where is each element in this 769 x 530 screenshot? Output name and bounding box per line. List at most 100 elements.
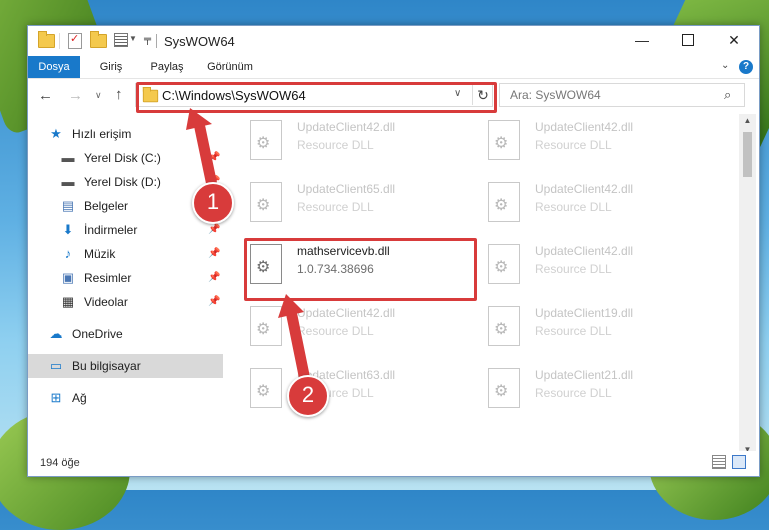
pin-icon[interactable]: 📌 <box>208 146 220 170</box>
file-item[interactable]: UpdateClient42.dll Resource DLL <box>232 300 457 356</box>
view-icon[interactable] <box>114 33 128 47</box>
cloud-icon: ☁ <box>49 326 63 341</box>
recent-locations-icon[interactable]: ∨ <box>95 90 102 101</box>
sidebar-item-pictures[interactable]: ▣ Resimler 📌 <box>28 266 223 290</box>
file-item-mathservicevb[interactable]: mathservicevb.dll 1.0.734.38696 <box>232 238 457 294</box>
dll-file-icon <box>488 120 520 160</box>
file-type: Resource DLL <box>535 386 612 400</box>
vertical-scrollbar[interactable]: ▲ ▼ <box>739 114 756 459</box>
sidebar-item-network[interactable]: ⊞ Ağ <box>28 386 223 410</box>
up-arrow-icon[interactable]: ↑ <box>115 86 123 103</box>
step-2-badge: 2 <box>287 375 329 417</box>
sidebar-item-label: İndirmeler <box>84 223 138 237</box>
file-type: Resource DLL <box>535 138 612 152</box>
pin-icon[interactable]: 📌 <box>208 266 220 290</box>
pin-icon[interactable]: 📌 <box>208 242 220 266</box>
sidebar-item-quick-access[interactable]: ★ Hızlı erişim <box>28 122 223 146</box>
sidebar-item-label: Videolar <box>84 295 128 309</box>
sidebar-item-label: Hızlı erişim <box>72 127 132 141</box>
sidebar-item-onedrive[interactable]: ☁ OneDrive <box>28 322 223 346</box>
scroll-up-icon[interactable]: ▲ <box>739 116 756 125</box>
sidebar-item-label: Belgeler <box>84 199 129 213</box>
folder-icon <box>38 31 55 50</box>
download-icon: ⬇ <box>62 222 74 237</box>
tab-view[interactable]: Görünüm <box>200 56 260 78</box>
sidebar-item-disk-d[interactable]: ▬ Yerel Disk (D:) 📌 <box>28 170 223 194</box>
scrollbar-thumb[interactable] <box>743 132 752 177</box>
file-name: UpdateClient42.dll <box>535 244 634 258</box>
tab-share[interactable]: Paylaş <box>142 56 192 78</box>
sidebar-item-disk-c[interactable]: ▬ Yerel Disk (C:) 📌 <box>28 146 223 170</box>
window-title: SysWOW64 <box>164 34 235 49</box>
file-item[interactable]: UpdateClient63.dll Resource DLL <box>232 362 457 418</box>
customize-toolbar-icon[interactable]: ╤ <box>144 34 151 45</box>
file-name: UpdateClient42.dll <box>535 182 634 196</box>
navigation-pane: ★ Hızlı erişim ▬ Yerel Disk (C:) 📌 ▬ Yer… <box>28 114 223 459</box>
file-item[interactable]: UpdateClient19.dll Resource DLL <box>470 300 695 356</box>
search-input[interactable]: Ara: SysWOW64 <box>510 88 601 102</box>
sidebar-item-downloads[interactable]: ⬇ İndirmeler 📌 <box>28 218 223 242</box>
drive-icon: ▬ <box>61 174 75 189</box>
file-item[interactable]: UpdateClient42.dll Resource DLL <box>470 238 695 294</box>
network-icon: ⊞ <box>50 390 62 405</box>
dll-file-icon <box>488 306 520 346</box>
explorer-window: ▼ ╤ SysWOW64 — ✕ Dosya Giriş Paylaş Görü… <box>27 25 760 477</box>
help-icon[interactable]: ? <box>739 60 753 74</box>
status-bar: 194 öğe <box>28 451 759 475</box>
file-type: Resource DLL <box>297 200 374 214</box>
navigation-bar: ← → ∨ ↑ C:\Windows\SysWOW64 ∨ ↻ Ara: Sys… <box>28 79 759 111</box>
file-version: 1.0.734.38696 <box>297 262 374 276</box>
address-path[interactable]: C:\Windows\SysWOW64 <box>162 88 306 103</box>
chevron-down-icon[interactable]: ∨ <box>454 88 461 99</box>
file-name: UpdateClient42.dll <box>297 120 396 134</box>
file-item[interactable]: UpdateClient65.dll Resource DLL <box>232 176 457 232</box>
ribbon: Dosya Giriş Paylaş Görünüm ⌄ ? <box>28 56 759 79</box>
file-type: Resource DLL <box>535 324 612 338</box>
dll-file-icon <box>250 368 282 408</box>
video-icon: ▦ <box>61 294 75 309</box>
dll-file-icon <box>488 244 520 284</box>
new-folder-icon[interactable] <box>90 31 107 48</box>
dll-file-icon <box>250 244 282 284</box>
title-bar: ▼ ╤ SysWOW64 — ✕ <box>28 26 759 56</box>
sidebar-item-music[interactable]: ♪ Müzik 📌 <box>28 242 223 266</box>
sidebar-item-videos[interactable]: ▦ Videolar 📌 <box>28 290 223 314</box>
dll-file-icon <box>250 306 282 346</box>
details-view-icon[interactable] <box>712 455 726 469</box>
file-type: Resource DLL <box>535 200 612 214</box>
folder-icon <box>142 86 159 103</box>
dll-file-icon <box>250 182 282 222</box>
item-count: 194 öğe <box>40 457 80 469</box>
chevron-down-icon[interactable]: ⌄ <box>721 60 729 71</box>
search-box[interactable]: Ara: SysWOW64 ⌕ <box>499 83 745 107</box>
pictures-icon: ▣ <box>61 270 75 285</box>
refresh-icon[interactable]: ↻ <box>472 85 493 105</box>
file-type: Resource DLL <box>535 262 612 276</box>
close-button[interactable]: ✕ <box>711 26 757 54</box>
tab-home[interactable]: Giriş <box>88 56 134 78</box>
address-bar[interactable]: C:\Windows\SysWOW64 ∨ ↻ <box>135 83 493 107</box>
dll-file-icon <box>250 120 282 160</box>
forward-arrow-icon[interactable]: → <box>68 87 83 104</box>
maximize-button[interactable] <box>665 26 711 54</box>
dll-file-icon <box>488 368 520 408</box>
file-item[interactable]: UpdateClient21.dll Resource DLL <box>470 362 695 418</box>
file-name: UpdateClient42.dll <box>535 120 634 134</box>
step-1-badge: 1 <box>192 182 234 224</box>
star-icon: ★ <box>50 126 62 141</box>
large-icons-view-icon[interactable] <box>732 455 746 469</box>
search-icon[interactable]: ⌕ <box>724 87 731 103</box>
file-name: UpdateClient21.dll <box>535 368 634 382</box>
sidebar-item-label: Resimler <box>84 271 132 285</box>
sidebar-item-label: OneDrive <box>72 327 123 341</box>
file-item[interactable]: UpdateClient42.dll Resource DLL <box>232 114 457 170</box>
quick-access-dropdown-icon[interactable]: ▼ <box>129 34 137 43</box>
pin-icon[interactable]: 📌 <box>208 290 220 314</box>
file-item[interactable]: UpdateClient42.dll Resource DLL <box>470 176 695 232</box>
tab-file[interactable]: Dosya <box>28 56 80 78</box>
properties-icon[interactable] <box>68 32 82 49</box>
minimize-button[interactable]: — <box>619 26 665 54</box>
file-item[interactable]: UpdateClient42.dll Resource DLL <box>470 114 695 170</box>
back-arrow-icon[interactable]: ← <box>38 87 53 104</box>
sidebar-item-this-pc[interactable]: ▭ Bu bilgisayar <box>28 354 223 378</box>
